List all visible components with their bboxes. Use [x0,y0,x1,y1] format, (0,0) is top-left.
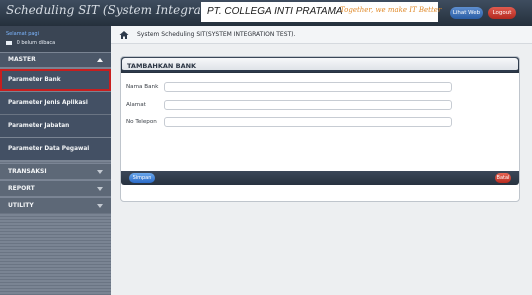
phone-input[interactable] [164,117,452,127]
chevron-down-icon [97,204,103,208]
main-content: TAMBAHKAN BANK Nama Bank Alamat No Telep… [111,44,532,295]
bank-name-input[interactable] [164,82,452,92]
panel-title: TAMBAHKAN BANK [127,62,197,70]
sidebar-section-label: UTILITY [8,202,34,209]
bank-name-label: Nama Bank [126,84,159,90]
panel-header: TAMBAHKAN BANK [121,57,519,73]
sidebar-item-parameter-bank[interactable]: Parameter Bank [0,69,111,91]
company-tagline: Together, we make IT Better [340,6,442,14]
sidebar-section-report[interactable]: REPORT [0,180,111,196]
sidebar-item-label: Parameter Bank [8,77,61,83]
sidebar: Selamat pagi 0 belum dibaca MASTER Param… [0,26,111,295]
user-greeting-link[interactable]: Selamat pagi [6,31,39,37]
breadcrumb-text: System Scheduling SIT(SYSTEM INTEGRATION… [137,31,296,38]
mail-icon [6,40,12,45]
sidebar-item-label: Parameter Jenis Aplikasi [8,100,88,106]
phone-label: No Telepon [126,119,157,125]
sidebar-item-parameter-data-pegawai[interactable]: Parameter Data Pegawai [0,138,111,160]
unread-messages-label: 0 belum dibaca [16,40,56,46]
user-area: Selamat pagi 0 belum dibaca [0,26,111,52]
chevron-up-icon [97,58,103,62]
view-web-button[interactable]: Lihat Web [450,7,483,19]
sidebar-section-label: TRANSAKSI [8,168,47,175]
sidebar-item-label: Parameter Data Pegawai [8,146,90,152]
add-bank-panel: TAMBAHKAN BANK Nama Bank Alamat No Telep… [120,56,520,202]
save-button[interactable]: Simpan [129,173,155,183]
top-header: Scheduling SIT (System Integration Test)… [0,0,532,26]
company-banner: PT. COLLEGA INTI PRATAMA Together, we ma… [201,2,442,22]
sidebar-item-label: Parameter Jabatan [8,123,70,129]
sidebar-section-master-label: MASTER [8,56,36,63]
sidebar-section-label: REPORT [8,185,35,192]
sidebar-item-parameter-jabatan[interactable]: Parameter Jabatan [0,115,111,137]
sidebar-section-master[interactable]: MASTER [0,53,111,67]
logout-button[interactable]: Logout [488,7,516,19]
breadcrumb: System Scheduling SIT(SYSTEM INTEGRATION… [111,26,532,44]
panel-footer: Simpan Batal [121,171,519,185]
address-label: Alamat [126,102,146,108]
address-input[interactable] [164,100,452,110]
unread-messages[interactable]: 0 belum dibaca [6,40,55,46]
sidebar-item-parameter-jenis-aplikasi[interactable]: Parameter Jenis Aplikasi [0,92,111,114]
chevron-down-icon [97,170,103,174]
sidebar-section-utility[interactable]: UTILITY [0,197,111,213]
home-icon[interactable] [119,30,129,40]
sidebar-section-transaksi[interactable]: TRANSAKSI [0,163,111,179]
chevron-down-icon [97,187,103,191]
company-name: PT. COLLEGA INTI PRATAMA [207,6,343,17]
cancel-button[interactable]: Batal [495,173,511,183]
